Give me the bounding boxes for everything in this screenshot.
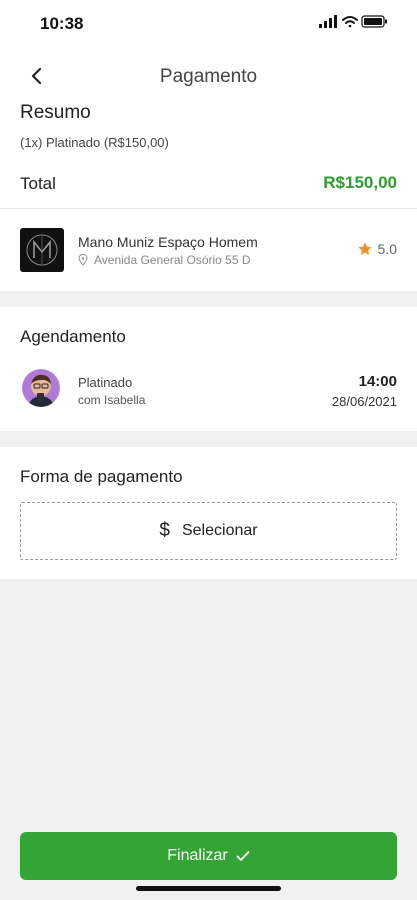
dollar-icon: $ [159, 520, 170, 541]
shop-card[interactable]: Mano Muniz Espaço Homem Avenida General … [0, 209, 417, 291]
total-value: R$150,00 [323, 173, 397, 192]
summary-title: Resumo [20, 102, 91, 123]
summary-section: Resumo (1x) Platinado (R$150,00) Total R… [0, 96, 417, 208]
shop-logo [20, 228, 64, 272]
battery-icon [361, 15, 387, 28]
page-title: Pagamento [159, 66, 258, 87]
status-bar: 10:38 [0, 0, 417, 48]
star-icon [357, 242, 372, 255]
schedule-date: 28/06/2021 [331, 394, 397, 409]
service-name: Platinado [78, 375, 133, 390]
schedule-title: Agendamento [20, 327, 126, 346]
shop-rating: 5.0 [357, 241, 397, 257]
schedule-time: 14:00 [358, 373, 397, 390]
map-pin-icon [78, 254, 88, 266]
status-icons [319, 15, 387, 28]
wifi-icon [342, 16, 358, 28]
home-indicator [136, 886, 281, 891]
schedule-section: Agendamento Platinado com Isabella 14:00… [0, 307, 417, 431]
service-professional: com Isabella [78, 393, 146, 407]
summary-item: (1x) Platinado (R$150,00) [20, 135, 169, 150]
select-payment-label: Selecionar [181, 522, 258, 539]
logo-icon [26, 234, 58, 266]
avatar [22, 369, 60, 407]
shop-address: Avenida General Osório 55 D [78, 253, 251, 267]
select-payment-button[interactable]: $ Selecionar [20, 502, 397, 560]
shop-name: Mano Muniz Espaço Homem [78, 234, 258, 250]
payment-title: Forma de pagamento [20, 467, 183, 486]
total-label: Total [20, 174, 56, 193]
status-time: 10:38 [40, 14, 84, 33]
check-icon [236, 851, 250, 861]
rating-value: 5.0 [377, 241, 397, 257]
payment-section: Forma de pagamento $ Selecionar [0, 447, 417, 579]
signal-icon [319, 15, 337, 28]
finalize-button[interactable]: Finalizar [20, 832, 397, 880]
shop-address-text: Avenida General Osório 55 D [94, 253, 251, 267]
finalize-label: Finalizar [167, 847, 228, 864]
